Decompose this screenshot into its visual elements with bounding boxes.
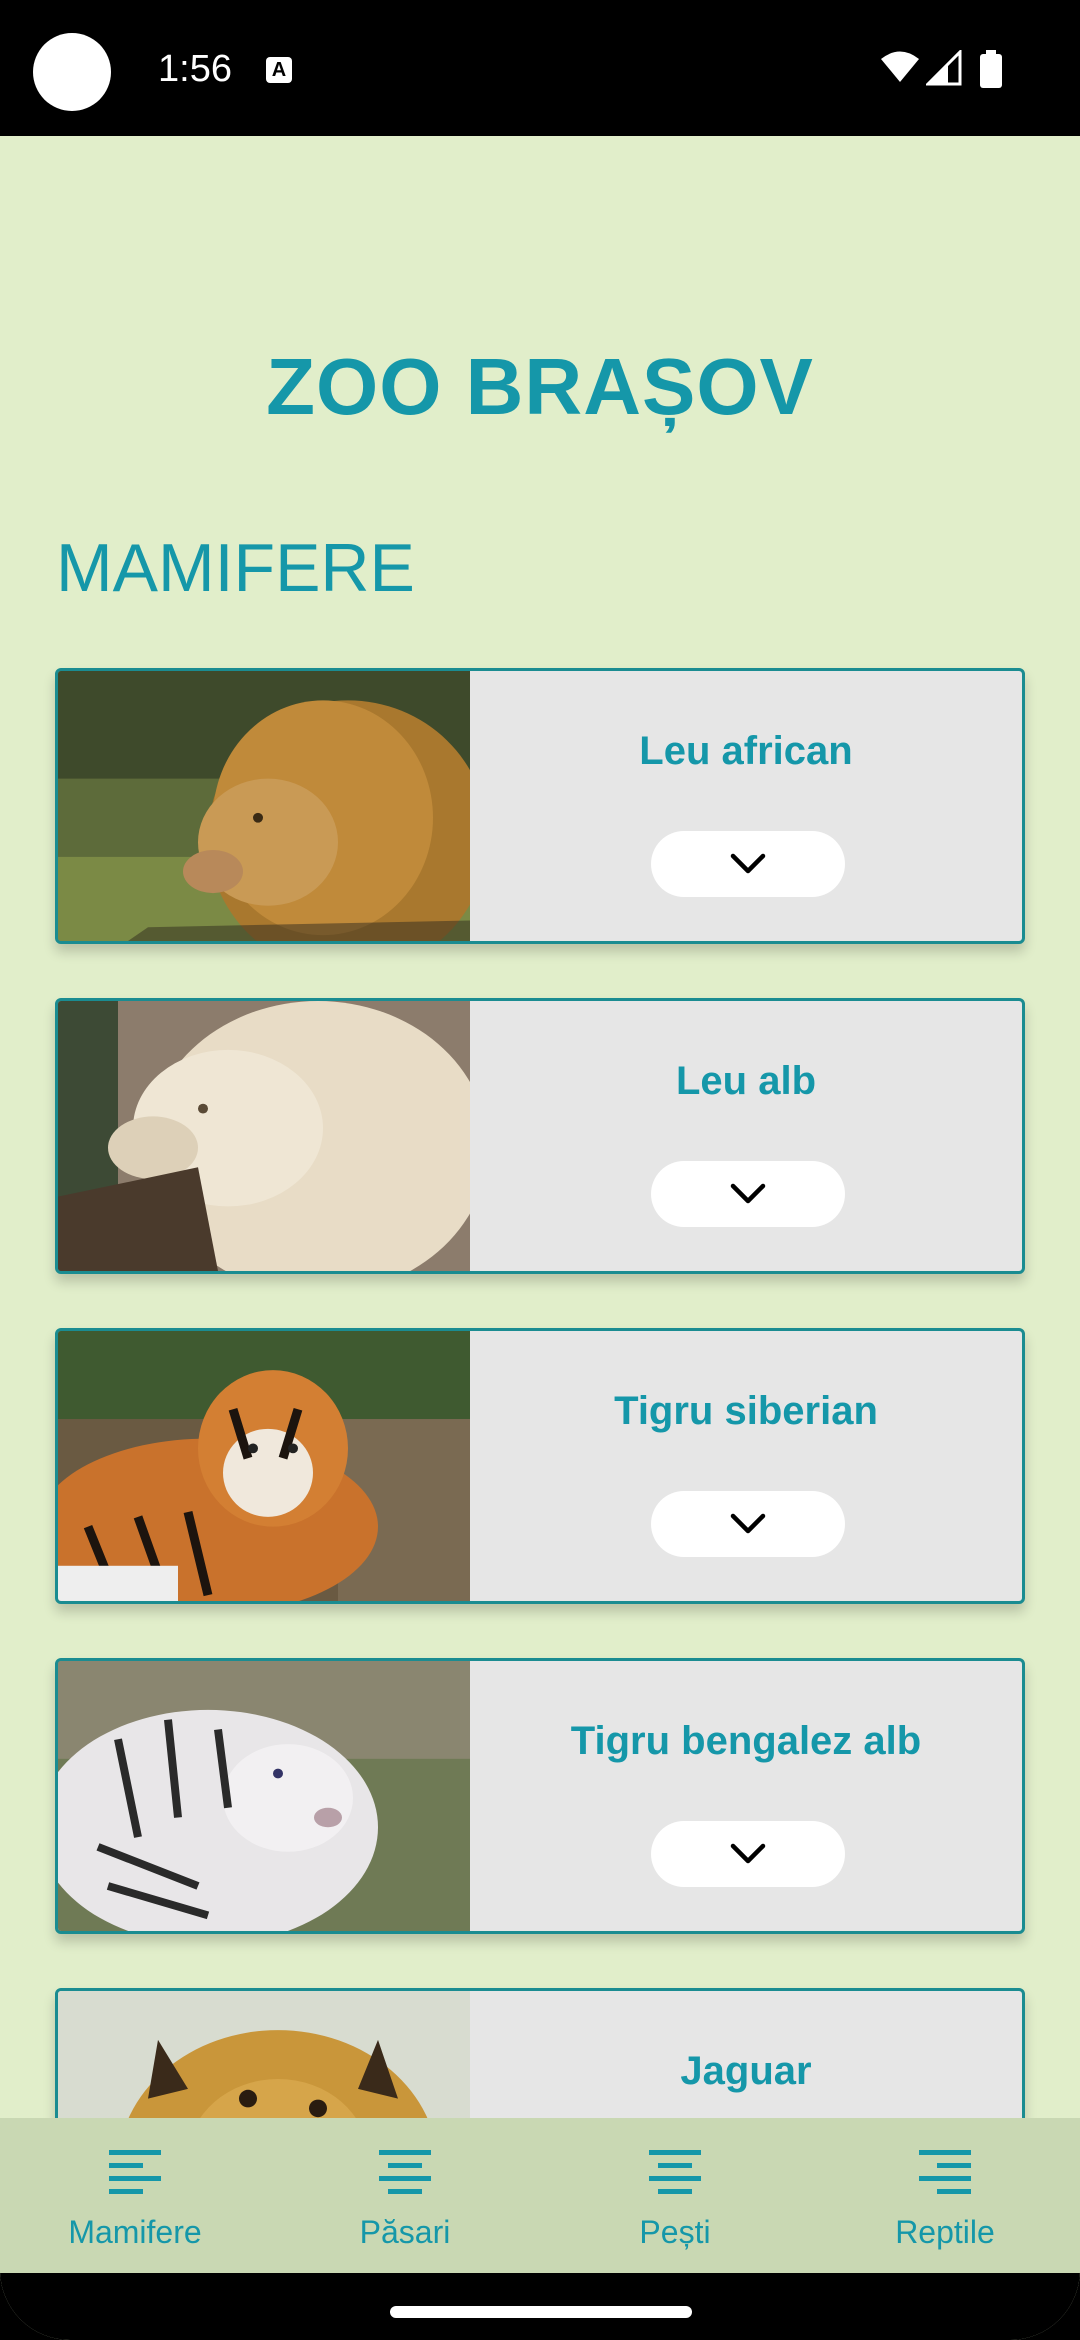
nav-item-reptile[interactable]: Reptile xyxy=(810,2118,1080,2273)
animal-name: Tigru bengalez alb xyxy=(570,1719,922,1763)
section-title: MAMIFERE xyxy=(56,530,415,606)
nav-label: Mamifere xyxy=(68,2214,202,2250)
animal-name: Leu african xyxy=(639,729,853,773)
notification-a-icon: A xyxy=(266,57,292,83)
nav-item-mamifere[interactable]: Mamifere xyxy=(0,2118,270,2273)
align-right-icon xyxy=(919,2150,971,2194)
animal-list-scroll[interactable]: ZOO BRAȘOV MAMIFERE Leu african Leu alb … xyxy=(0,136,1080,2118)
animal-card[interactable]: Tigru bengalez alb xyxy=(55,1658,1025,1934)
animal-name: Jaguar xyxy=(680,2049,812,2093)
expand-button[interactable] xyxy=(651,831,845,897)
phone-screen: 1:56 A ZOO BRAȘOV MAMIFERE Leu african L… xyxy=(0,0,1080,2340)
signal-icon xyxy=(926,50,962,86)
chevron-down-icon xyxy=(730,1843,766,1864)
animal-card[interactable]: Tigru siberian xyxy=(55,1328,1025,1604)
battery-icon xyxy=(980,50,1002,88)
chevron-down-icon xyxy=(730,1183,766,1204)
wifi-icon xyxy=(881,51,919,82)
page-title: ZOO BRAȘOV xyxy=(266,342,814,431)
animal-name: Tigru siberian xyxy=(614,1389,878,1433)
siberian-tiger-image xyxy=(58,1331,470,1601)
nav-item-pesti[interactable]: Pești xyxy=(540,2118,810,2273)
white-lion-image xyxy=(58,1001,470,1271)
expand-button[interactable] xyxy=(651,1821,845,1887)
animal-card[interactable]: Leu alb xyxy=(55,998,1025,1274)
app-content: ZOO BRAȘOV MAMIFERE Leu african Leu alb … xyxy=(0,136,1080,2340)
nav-label: Păsari xyxy=(359,2214,451,2250)
chevron-down-icon xyxy=(730,1513,766,1534)
align-center-icon xyxy=(649,2150,701,2194)
status-bar: 1:56 A xyxy=(0,0,1080,136)
nav-label: Reptile xyxy=(895,2214,995,2250)
nav-label: Pești xyxy=(639,2214,711,2250)
animal-card[interactable]: Leu african xyxy=(55,668,1025,944)
expand-button[interactable] xyxy=(651,1491,845,1557)
jaguar-image xyxy=(58,1991,470,2118)
nav-item-pasari[interactable]: Păsari xyxy=(270,2118,540,2273)
chevron-down-icon xyxy=(730,853,766,874)
expand-button[interactable] xyxy=(651,1161,845,1227)
animal-name: Leu alb xyxy=(675,1059,817,1103)
align-center-icon xyxy=(379,2150,431,2194)
align-left-icon xyxy=(109,2150,161,2194)
status-time: 1:56 xyxy=(158,48,232,90)
animal-card[interactable]: Jaguar xyxy=(55,1988,1025,2118)
bottom-navigation: Mamifere Păsari Pești Reptile xyxy=(0,2118,1080,2273)
african-lion-image xyxy=(58,671,470,941)
white-bengal-tiger-image xyxy=(58,1661,470,1931)
home-gesture-handle[interactable] xyxy=(390,2306,692,2318)
front-camera xyxy=(33,33,111,111)
